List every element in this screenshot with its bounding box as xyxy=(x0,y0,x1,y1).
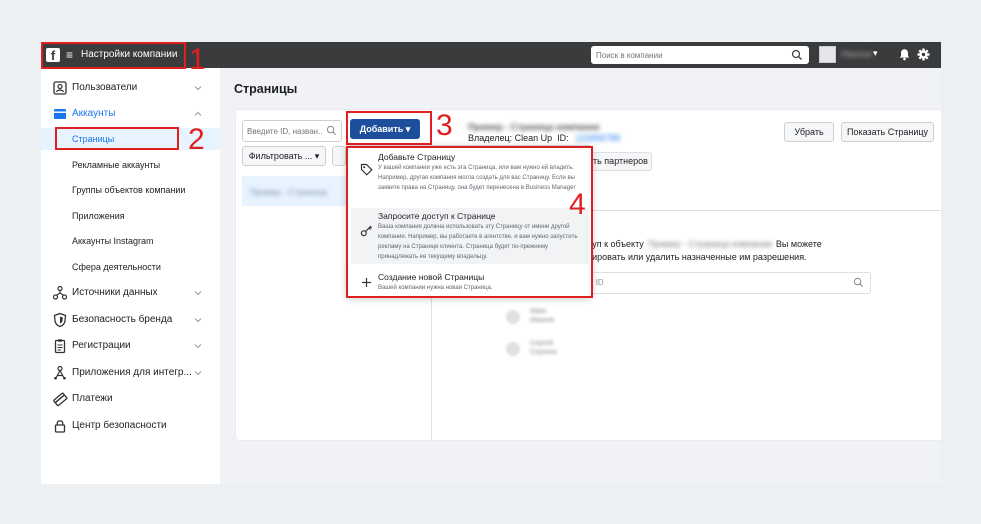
person-first-name: Сергей xyxy=(530,340,554,347)
sort-button[interactable] xyxy=(332,146,346,166)
person-row[interactable]: Сергей Сергеев xyxy=(506,338,626,360)
pages-filter[interactable] xyxy=(242,120,342,142)
filter-button[interactable]: Фильтровать ... ▾ xyxy=(242,146,326,166)
sidebar-subitem-label: Рекламные аккаунты xyxy=(72,160,161,170)
sidebar-item-label: Центр безопасности xyxy=(72,420,167,431)
clipboard-icon xyxy=(54,339,66,354)
list-item-label: Пример - Страница xyxy=(250,187,327,197)
owner-line: Владелец: Clean Up ID: 123456789 xyxy=(468,133,620,143)
sidebar-subitem-instagram[interactable]: Аккаунты Instagram xyxy=(41,230,220,252)
company-search[interactable] xyxy=(591,46,809,64)
account-avatar[interactable] xyxy=(819,46,836,63)
sidebar-subitem-ad-accounts[interactable]: Рекламные аккаунты xyxy=(41,154,220,176)
users-icon xyxy=(53,81,67,95)
sidebar-item-registrations[interactable]: Регистрации xyxy=(41,334,220,358)
company-search-input[interactable] xyxy=(596,49,786,61)
person-last-name: Сергеев xyxy=(530,349,557,356)
avatar xyxy=(506,310,520,324)
sidebar-item-label: Источники данных xyxy=(72,287,158,298)
search-icon[interactable] xyxy=(326,125,337,136)
page-title: Страницы xyxy=(234,82,298,96)
sidebar-subitem-label: Сфера деятельности xyxy=(72,262,161,272)
accounts-icon xyxy=(54,109,66,119)
chevron-up-icon[interactable] xyxy=(193,109,203,119)
annotation-number-2: 2 xyxy=(188,123,205,156)
people-search[interactable]: и ID xyxy=(572,272,871,294)
sidebar-subitem-industry[interactable]: Сфера деятельности xyxy=(41,256,220,278)
sidebar-subitem-label: Аккаунты Instagram xyxy=(72,236,154,246)
access-text-end: Вы можете xyxy=(775,239,822,249)
sidebar-subitem-label: Приложения xyxy=(72,211,125,221)
gear-icon[interactable] xyxy=(917,48,930,61)
chevron-down-icon[interactable] xyxy=(193,315,203,325)
account-name[interactable]: Иванов xyxy=(841,49,872,59)
bell-icon[interactable] xyxy=(898,48,911,61)
chevron-down-icon[interactable] xyxy=(193,288,203,298)
annotation-box-2 xyxy=(55,127,179,150)
sidebar-item-brand-safety[interactable]: Безопасность бренда xyxy=(41,308,220,332)
sidebar-item-security-center[interactable]: Центр безопасности xyxy=(41,414,220,438)
access-description-2: тировать или удалить назначенные им разр… xyxy=(588,252,807,262)
person-row[interactable]: Иван Иванов xyxy=(506,306,626,328)
chevron-down-icon[interactable] xyxy=(193,83,203,93)
person-last-name: Иванов xyxy=(530,317,555,324)
sidebar-subitem-apps[interactable]: Приложения xyxy=(41,205,220,227)
person-first-name: Иван xyxy=(530,308,547,315)
search-icon[interactable] xyxy=(853,277,864,288)
app-window: f ≡ Настройки компании Иванов ▾ Пользова… xyxy=(41,42,941,484)
data-sources-icon xyxy=(52,285,68,300)
owner-label: Владелец: Clean Up xyxy=(468,133,553,143)
sidebar-item-label: Регистрации xyxy=(72,340,131,351)
access-text-start: туп к объекту xyxy=(588,239,644,249)
sidebar-item-label: Платежи xyxy=(72,393,113,404)
sidebar-item-label: Безопасность бренда xyxy=(72,314,173,325)
remove-button-label: Убрать xyxy=(794,127,824,137)
search-icon[interactable] xyxy=(791,49,803,61)
chevron-down-icon[interactable] xyxy=(193,341,203,351)
pages-filter-input[interactable] xyxy=(247,125,323,137)
sidebar-subitem-label: Группы объектов компании xyxy=(72,185,186,195)
annotation-box-3 xyxy=(346,111,432,145)
access-object-name: Пример - Страница компании xyxy=(647,239,772,249)
remove-button[interactable]: Убрать xyxy=(784,122,834,142)
sidebar-item-users[interactable]: Пользователи xyxy=(41,76,220,100)
sidebar-item-label: Аккаунты xyxy=(72,108,116,119)
annotation-box-1 xyxy=(41,42,186,69)
sidebar-item-label: Приложения для интегр... xyxy=(72,367,192,378)
sidebar-item-integrations[interactable]: Приложения для интегр... xyxy=(41,361,220,385)
page-name: Пример - Страница компании xyxy=(468,122,600,132)
sidebar-item-data-sources[interactable]: Источники данных xyxy=(41,281,220,305)
lock-icon xyxy=(54,420,66,433)
annotation-number-4: 4 xyxy=(569,188,586,221)
annotation-box-4 xyxy=(346,146,593,298)
access-description: туп к объекту Пример - Страница компании В… xyxy=(588,239,822,249)
chevron-down-icon[interactable] xyxy=(193,368,203,378)
shield-icon xyxy=(53,312,67,328)
show-page-button-label: Показать Страницу xyxy=(846,127,929,137)
sidebar-subitem-asset-groups[interactable]: Группы объектов компании xyxy=(41,179,220,201)
annotation-number-1: 1 xyxy=(189,43,206,76)
annotation-number-3: 3 xyxy=(436,109,453,142)
integrations-icon xyxy=(54,365,66,380)
payments-icon xyxy=(53,392,68,407)
filter-button-label: Фильтровать ... xyxy=(248,151,313,161)
caret-down-icon[interactable]: ▾ xyxy=(873,48,878,59)
sidebar-item-payments[interactable]: Платежи xyxy=(41,387,220,411)
avatar xyxy=(506,342,520,356)
id-label: ID: xyxy=(557,133,569,143)
id-value: 123456789 xyxy=(575,133,621,143)
show-page-button[interactable]: Показать Страницу xyxy=(841,122,934,142)
assign-partners-label: ть партнеров xyxy=(593,156,648,166)
sidebar-item-label: Пользователи xyxy=(72,82,138,93)
